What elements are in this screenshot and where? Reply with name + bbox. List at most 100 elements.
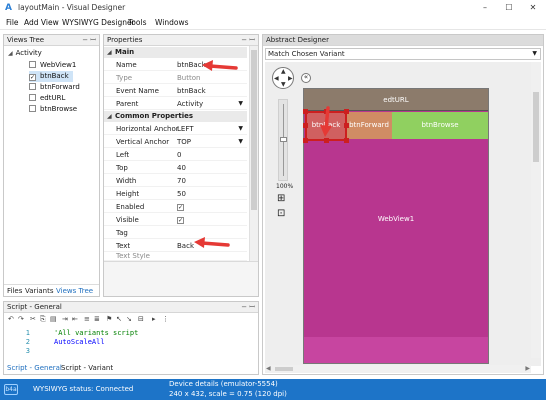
view-btnbrowse[interactable]: btnBrowse <box>392 112 488 139</box>
pin-icon[interactable]: − ꟷ <box>241 302 255 313</box>
menu-add-view[interactable]: Add View <box>24 18 59 27</box>
run-icon[interactable]: ▸ <box>152 315 156 323</box>
pan-right-icon[interactable]: ▶ <box>288 75 293 82</box>
collapse-icon[interactable]: ◢ <box>8 50 13 57</box>
view-btnforward[interactable]: btnForward <box>346 112 392 139</box>
pan-down-icon[interactable]: ▼ <box>281 81 286 88</box>
scroll-left-icon[interactable]: ◀ <box>266 365 271 372</box>
tree-item-btnforward[interactable]: btnForward <box>29 82 80 93</box>
pan-up-icon[interactable]: ▲ <box>281 68 286 75</box>
prev-bookmark-icon[interactable]: ↖ <box>116 315 122 323</box>
designer-canvas[interactable]: ▲ ▼ ◀ ▶ « 100% ⊞ ⊡ edtURL btnBack btnFor… <box>265 62 541 366</box>
tree-item-webview1[interactable]: WebView1 <box>29 60 76 71</box>
tree-checkbox[interactable] <box>29 83 36 90</box>
dropdown-arrow-icon[interactable]: ▼ <box>238 98 243 110</box>
prop-value[interactable]: 0 <box>177 149 181 161</box>
prop-value[interactable]: 40 <box>177 162 186 174</box>
resize-handle[interactable] <box>303 138 308 143</box>
canvas-horizontal-scrollbar[interactable]: ◀ ▶ <box>265 365 531 373</box>
properties-scrollbar[interactable] <box>249 46 258 261</box>
resize-handle[interactable] <box>344 138 349 143</box>
prop-horizontal-anchor[interactable]: Horizontal Anchor LEFT ▼ <box>104 123 247 135</box>
next-bookmark-icon[interactable]: ↘ <box>126 315 132 323</box>
prop-enabled[interactable]: Enabled ✓ <box>104 201 247 213</box>
tree-root[interactable]: ◢ Activity <box>8 48 42 59</box>
tree-checkbox[interactable]: ✓ <box>29 74 36 81</box>
tree-item-edturl[interactable]: edtURL <box>29 93 65 104</box>
resize-handle[interactable] <box>303 109 308 114</box>
prop-value[interactable]: 70 <box>177 175 186 187</box>
tab-script-general[interactable]: Script - General <box>7 364 62 372</box>
minimize-button[interactable]: – <box>474 1 496 14</box>
outdent-icon[interactable]: ⇤ <box>72 315 78 323</box>
tree-checkbox[interactable] <box>29 61 36 68</box>
prop-parent[interactable]: Parent Activity ▼ <box>104 98 247 110</box>
tab-files[interactable]: Files <box>7 287 22 295</box>
prop-value[interactable]: 50 <box>177 188 186 200</box>
bookmark-icon[interactable]: ⚑ <box>106 315 112 323</box>
pin-icon[interactable]: − ꟷ <box>82 35 96 46</box>
prop-width[interactable]: Width 70 <box>104 175 247 187</box>
uncomment-icon[interactable]: ≣ <box>94 315 100 323</box>
dropdown-arrow-icon[interactable]: ▼ <box>238 136 243 148</box>
tab-script-variant[interactable]: Script - Variant <box>61 364 113 372</box>
tree-checkbox[interactable] <box>29 94 36 101</box>
prop-left[interactable]: Left 0 <box>104 149 247 161</box>
indent-icon[interactable]: ⇥ <box>62 315 68 323</box>
copy-icon[interactable]: ⎘ <box>40 315 46 324</box>
variant-select[interactable]: Match Chosen Variant ▼ <box>265 48 541 60</box>
zoom-slider[interactable] <box>278 99 288 181</box>
prop-value[interactable]: LEFT <box>177 123 194 135</box>
scroll-right-icon[interactable]: ▶ <box>525 365 530 372</box>
menu-tools[interactable]: Tools <box>128 18 146 27</box>
pan-left-icon[interactable]: ◀ <box>274 75 279 82</box>
prop-vertical-anchor[interactable]: Vertical Anchor TOP ▼ <box>104 136 247 148</box>
prop-text-style[interactable]: Text Style <box>104 253 247 261</box>
tree-checkbox[interactable] <box>29 105 36 112</box>
maximize-button[interactable]: ☐ <box>498 1 520 14</box>
scrollbar-thumb[interactable] <box>251 50 257 210</box>
prop-value[interactable]: btnBack <box>177 85 206 97</box>
resize-handle[interactable] <box>344 109 349 114</box>
undo-icon[interactable]: ↶ <box>8 315 14 323</box>
code-editor[interactable]: 1 'All variants script 2 AutoScaleAll 3 <box>6 329 256 361</box>
zoom-thumb[interactable] <box>280 137 287 142</box>
fold-icon[interactable]: ⊟ <box>138 315 144 323</box>
collapse-icon[interactable]: ◢ <box>107 47 112 58</box>
prop-visible[interactable]: Visible ✓ <box>104 214 247 226</box>
resize-handle[interactable] <box>344 123 349 128</box>
more-icon[interactable]: ⋮ <box>162 315 169 323</box>
scrollbar-thumb[interactable] <box>275 367 293 371</box>
tab-views-tree[interactable]: Views Tree <box>56 287 93 295</box>
tab-variants[interactable]: Variants <box>25 287 53 295</box>
menu-file[interactable]: File <box>6 18 19 27</box>
canvas-vertical-scrollbar[interactable] <box>531 62 541 358</box>
tree-item-btnback[interactable]: ✓ btnBack <box>29 71 73 82</box>
pin-icon[interactable]: − ꟷ <box>241 35 255 46</box>
enabled-checkbox[interactable]: ✓ <box>177 204 184 211</box>
scrollbar-thumb[interactable] <box>533 92 539 162</box>
prop-top[interactable]: Top 40 <box>104 162 247 174</box>
dropdown-arrow-icon[interactable]: ▼ <box>238 123 243 135</box>
cut-icon[interactable]: ✂ <box>30 315 36 323</box>
collapse-toolbar-icon[interactable]: « <box>301 73 311 83</box>
prop-value[interactable]: TOP <box>177 136 191 148</box>
tree-item-btnbrowse[interactable]: btnBrowse <box>29 104 77 115</box>
paste-icon[interactable]: ▤ <box>50 315 57 323</box>
export-icon[interactable]: ⊡ <box>277 208 285 219</box>
prop-height[interactable]: Height 50 <box>104 188 247 200</box>
prop-event-name[interactable]: Event Name btnBack <box>104 85 247 97</box>
visible-checkbox[interactable]: ✓ <box>177 217 184 224</box>
dropdown-arrow-icon[interactable]: ▼ <box>532 49 537 59</box>
prop-value[interactable]: Activity <box>177 98 203 110</box>
collapse-icon[interactable]: ◢ <box>107 111 112 122</box>
close-button[interactable]: ✕ <box>522 1 544 14</box>
comment-icon[interactable]: ≡ <box>84 315 90 323</box>
pan-control[interactable]: ▲ ▼ ◀ ▶ <box>272 67 294 89</box>
view-webview1[interactable]: WebView1 <box>304 139 488 363</box>
section-common[interactable]: ◢ Common Properties <box>104 111 247 122</box>
grid-icon[interactable]: ⊞ <box>277 193 285 204</box>
redo-icon[interactable]: ↷ <box>18 315 24 323</box>
menu-windows[interactable]: Windows <box>155 18 188 27</box>
resize-handle[interactable] <box>303 123 308 128</box>
